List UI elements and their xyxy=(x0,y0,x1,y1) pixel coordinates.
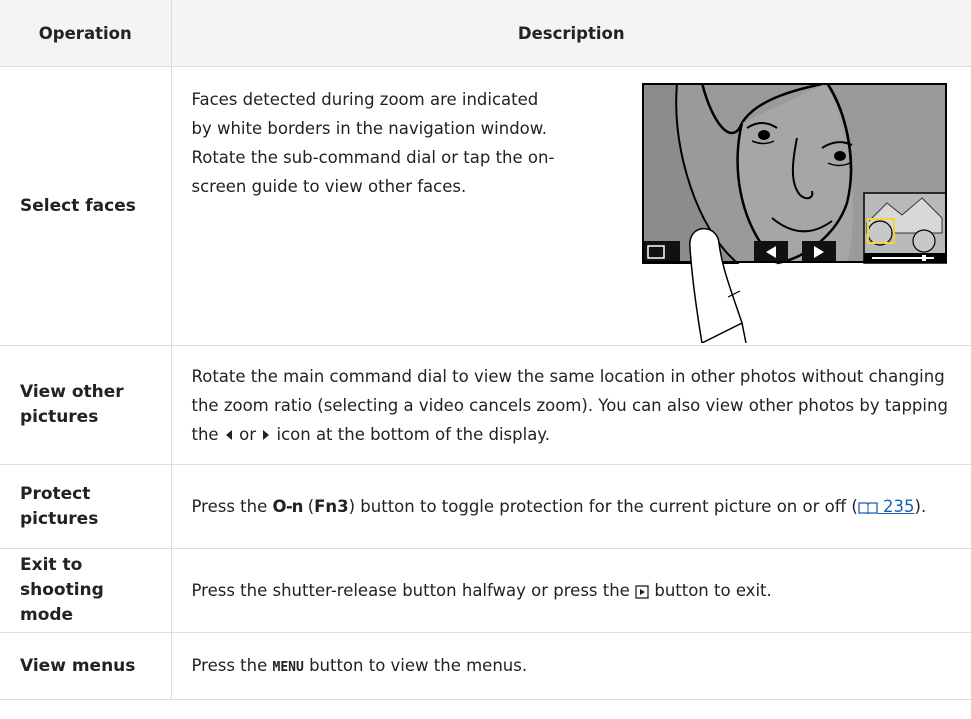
operation-line: pictures xyxy=(20,407,99,427)
operation-line: pictures xyxy=(20,508,99,529)
operation-protect-pictures: Protect pictures xyxy=(0,464,172,549)
page-reference-link[interactable]: 235 xyxy=(858,497,915,516)
description-content: Faces detected during zoom are indicated… xyxy=(192,67,971,345)
left-triangle-icon xyxy=(225,430,232,440)
description-cell: Press the shutter-release button halfway… xyxy=(170,548,971,633)
table-row: Protect pictures Press the O-n (Fn3) but… xyxy=(0,464,971,549)
right-triangle-icon xyxy=(263,430,270,440)
operation-view-menus: View menus xyxy=(0,632,172,700)
page-ref-number: 235 xyxy=(883,497,915,516)
description-text: or xyxy=(239,424,256,444)
operation-view-other-pictures: View other pictures xyxy=(0,345,172,465)
table-header-row: Operation Description xyxy=(0,0,971,67)
book-icon xyxy=(858,501,878,514)
operation-line: Exit to xyxy=(20,555,83,575)
operation-line: View other xyxy=(20,382,124,402)
description-text: ). xyxy=(914,497,927,516)
description-text: icon at the bottom of the display. xyxy=(276,424,550,444)
table-row: View other pictures Rotate the main comm… xyxy=(0,345,971,465)
description-text: button to view the menus. xyxy=(309,655,528,675)
description-text: Press the xyxy=(191,497,268,516)
description-cell: Rotate the main command dial to view the… xyxy=(170,345,971,465)
header-description: Description xyxy=(170,0,971,67)
table-row: View menus Press the MENU button to view… xyxy=(0,632,971,700)
description-cell: Press the MENU button to view the menus. xyxy=(170,632,971,700)
description-text: Press the shutter-release button halfway… xyxy=(191,581,630,600)
description-cell: Faces detected during zoom are indicated… xyxy=(170,66,971,346)
operations-table: Operation Description Select faces Faces… xyxy=(0,0,971,700)
operation-exit-to-shooting-mode: Exit to shooting mode xyxy=(0,548,172,633)
operation-select-faces: Select faces xyxy=(0,66,172,346)
operation-line: shooting mode xyxy=(20,580,104,625)
zoom-face-illustration xyxy=(641,83,947,343)
table-row: Select faces Faces detected during zoom … xyxy=(0,66,971,346)
header-operation: Operation xyxy=(0,0,172,67)
playback-icon xyxy=(635,584,649,599)
description-cell: Press the O-n (Fn3) button to toggle pro… xyxy=(170,464,971,549)
operation-line: Protect xyxy=(20,483,91,504)
description-text: Faces detected during zoom are indicated… xyxy=(191,90,555,196)
description-text: Press the xyxy=(191,655,268,675)
fn3-label: Fn3 xyxy=(314,497,349,516)
description-text: button to exit. xyxy=(654,581,772,600)
description-text: ) button to toggle protection for the cu… xyxy=(348,497,858,516)
table-row: Exit to shooting mode Press the shutter-… xyxy=(0,548,971,633)
menu-button-label: MENU xyxy=(272,659,304,675)
key-icon: O-n xyxy=(272,497,304,516)
